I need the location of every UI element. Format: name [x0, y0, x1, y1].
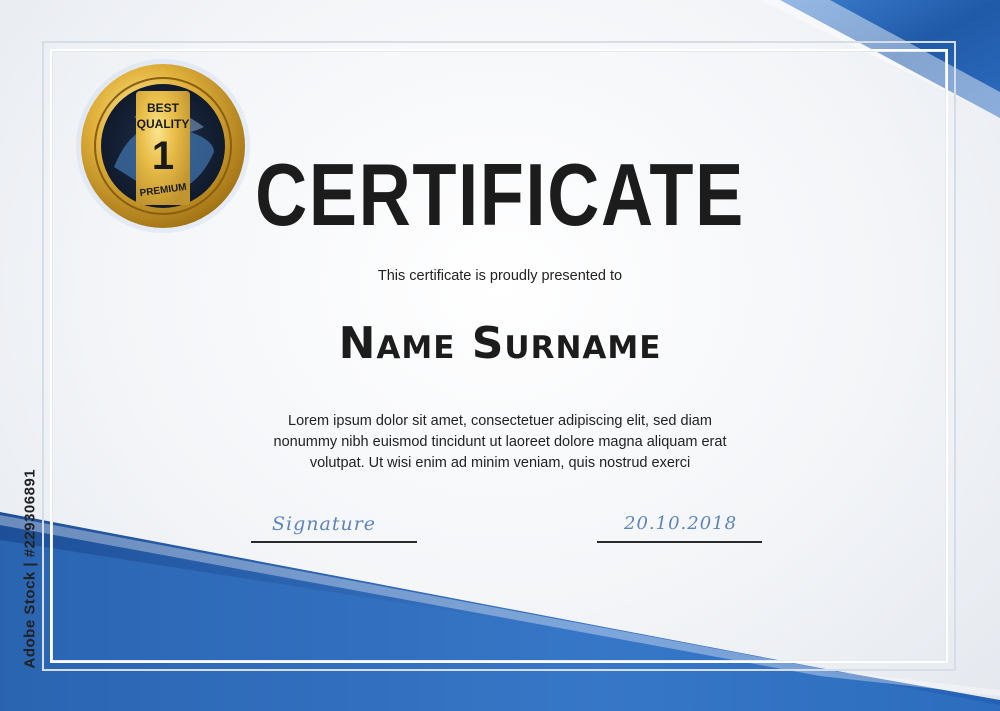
medal-middle-text: QUALITY	[137, 117, 190, 131]
medal-top-text: BEST	[147, 101, 180, 115]
certificate-page: BEST QUALITY 1 PREMIUM CERTIFICATE This …	[0, 0, 1000, 711]
recipient-name: Name Surname	[338, 318, 662, 369]
stock-id-text: Adobe Stock | #229306891	[21, 468, 39, 669]
certificate-title: CERTIFICATE	[255, 145, 745, 244]
signature-label: Signature	[272, 513, 377, 535]
certificate-body-text: Lorem ipsum dolor sit amet, consectetuer…	[273, 413, 727, 471]
presented-to-text: This certificate is proudly presented to	[377, 268, 623, 284]
date-line	[597, 541, 762, 543]
date-label: 20.10.2018	[624, 513, 738, 534]
signature-line	[251, 541, 417, 543]
